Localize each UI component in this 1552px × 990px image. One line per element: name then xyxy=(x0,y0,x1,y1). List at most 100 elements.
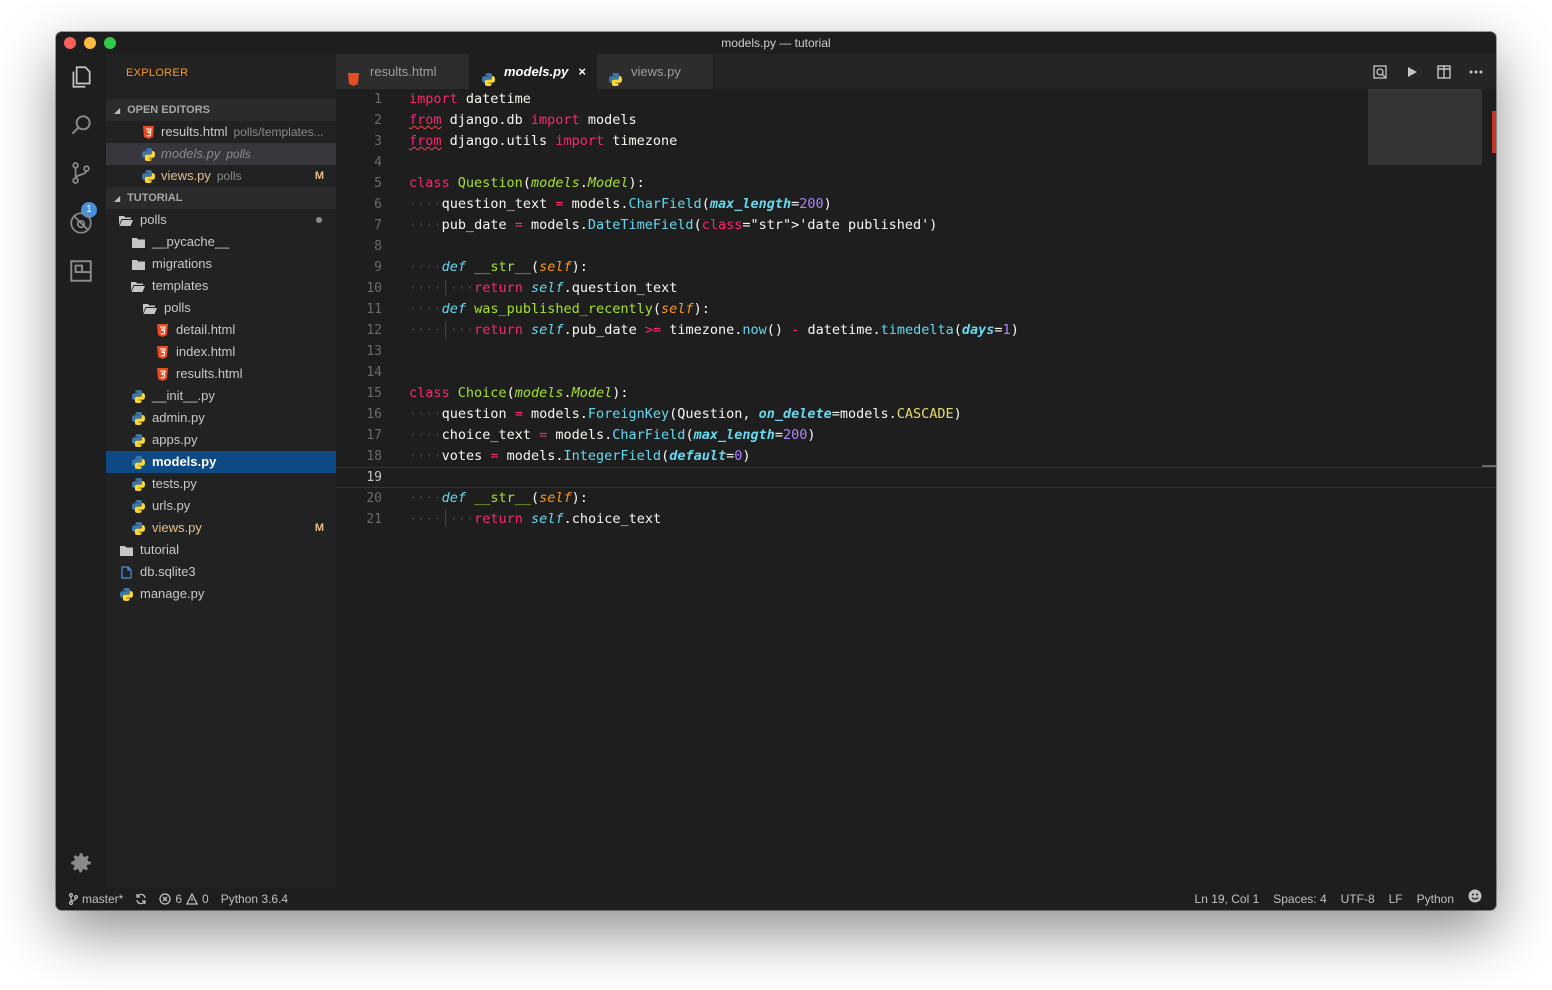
source-control-icon[interactable] xyxy=(66,158,96,188)
code-line[interactable]: ····│···return self.question_text xyxy=(409,278,677,299)
tree-item-detail-html[interactable]: detail.html xyxy=(106,319,336,341)
code-line[interactable]: from django.utils import timezone xyxy=(409,131,677,152)
tree-item-models-py[interactable]: models.py xyxy=(106,451,336,473)
folder-modified-dot xyxy=(316,217,322,223)
tab-results-html[interactable]: results.html xyxy=(336,54,470,89)
tree-item-label: urls.py xyxy=(152,498,191,513)
tree-item-index-html[interactable]: index.html xyxy=(106,341,336,363)
tree-item-polls[interactable]: polls xyxy=(106,209,336,231)
code-line[interactable]: ····│···return self.choice_text xyxy=(409,509,661,530)
line-number: 13 xyxy=(366,344,382,359)
tutorial-header[interactable]: ◢ TUTORIAL xyxy=(106,187,336,209)
tree-item-label: polls xyxy=(164,300,191,315)
code-line[interactable]: ····choice_text = models.CharField(max_l… xyxy=(409,425,816,446)
python-icon xyxy=(140,143,156,165)
indentation[interactable]: Spaces: 4 xyxy=(1273,888,1326,910)
open-editor-item-models[interactable]: models.py polls xyxy=(106,143,336,165)
feedback-smiley-icon[interactable] xyxy=(1468,888,1482,910)
encoding[interactable]: UTF-8 xyxy=(1341,888,1375,910)
open-preview-icon[interactable] xyxy=(1370,62,1390,82)
python-icon xyxy=(609,64,625,86)
tree-item-urls-py[interactable]: urls.py xyxy=(106,495,336,517)
code-line[interactable]: ····│···return self.pub_date >= timezone… xyxy=(409,320,1019,341)
more-actions-icon[interactable] xyxy=(1466,62,1486,82)
code-line[interactable]: from django.db import models xyxy=(409,110,637,131)
open-editor-item-results[interactable]: results.html polls/templates... xyxy=(106,121,336,143)
code-editor[interactable]: 1 2 3 4 5 6 7 8 9 10 11 12 13 14 15 16 17 18 19 20 21 import… xyxy=(336,89,1496,888)
tree-item-label: migrations xyxy=(152,256,212,271)
scrollbar-cursor-marker xyxy=(1482,465,1496,467)
python-icon xyxy=(130,407,146,429)
line-number: 4 xyxy=(374,155,382,170)
language-mode[interactable]: Python xyxy=(1417,888,1454,910)
collapse-triangle-icon: ◢ xyxy=(114,106,121,115)
tree-item-manage-py[interactable]: manage.py xyxy=(106,583,336,605)
tree-item-polls[interactable]: polls xyxy=(106,297,336,319)
tree-item-label: templates xyxy=(152,278,209,293)
line-ending[interactable]: LF xyxy=(1389,888,1403,910)
code-line[interactable]: ····votes = models.IntegerField(default=… xyxy=(409,446,751,467)
tree-item-admin-py[interactable]: admin.py xyxy=(106,407,336,429)
split-editor-icon[interactable] xyxy=(1434,62,1454,82)
code-line[interactable]: ····def __str__(self): xyxy=(409,257,588,278)
line-number: 2 xyxy=(374,113,382,128)
html5-icon xyxy=(154,319,170,341)
sync-icon[interactable] xyxy=(135,888,147,910)
tab-views-py[interactable]: views.py xyxy=(597,54,714,89)
tree-item-templates[interactable]: templates xyxy=(106,275,336,297)
tree-item-pycache[interactable]: __pycache__ xyxy=(106,231,336,253)
tree-item-tutorial[interactable]: tutorial xyxy=(106,539,336,561)
tree-item-label: models.py xyxy=(152,454,217,469)
python-icon xyxy=(140,165,156,187)
minimap-error-marker xyxy=(1492,111,1496,153)
extensions-icon[interactable] xyxy=(66,256,96,286)
open-editor-item-views[interactable]: views.py polls M xyxy=(106,165,336,187)
tree-item-label: __pycache__ xyxy=(152,234,230,249)
tree-item-apps-py[interactable]: apps.py xyxy=(106,429,336,451)
line-number: 18 xyxy=(366,449,382,464)
tree-item-migrations[interactable]: migrations xyxy=(106,253,336,275)
python-interpreter[interactable]: Python 3.6.4 xyxy=(221,888,288,910)
close-tab-icon[interactable]: × xyxy=(578,54,586,89)
tree-item-label: views.py xyxy=(152,520,202,535)
cursor-position[interactable]: Ln 19, Col 1 xyxy=(1195,888,1260,910)
line-number: 19 xyxy=(366,470,382,485)
minimap[interactable] xyxy=(1368,89,1482,165)
code-line[interactable]: ····def __str__(self): xyxy=(409,488,588,509)
status-bar: master* 6 0 Python 3.6.4 Ln 19, Col 1 Sp… xyxy=(56,888,1496,910)
code-line[interactable]: import datetime xyxy=(409,89,531,110)
tree-item-init-py[interactable]: __init__.py xyxy=(106,385,336,407)
search-icon[interactable] xyxy=(66,110,96,140)
open-editors-header[interactable]: ◢ OPEN EDITORS xyxy=(106,99,336,121)
tree-item-label: db.sqlite3 xyxy=(140,564,196,579)
code-line[interactable]: ····def was_published_recently(self): xyxy=(409,299,710,320)
branch-indicator[interactable]: master* xyxy=(68,888,123,910)
tree-item-results-html[interactable]: results.html xyxy=(106,363,336,385)
modified-marker: M xyxy=(314,522,324,534)
tree-item-views-py[interactable]: views.py M xyxy=(106,517,336,539)
line-number: 7 xyxy=(374,218,382,233)
tree-item-db-sqlite3[interactable]: db.sqlite3 xyxy=(106,561,336,583)
code-line[interactable]: ····pub_date = models.DateTimeField(clas… xyxy=(409,215,937,236)
explorer-sidebar: EXPLORER ◢ OPEN EDITORS results.html poll… xyxy=(106,54,336,888)
tree-item-label: tests.py xyxy=(152,476,197,491)
code-line[interactable]: class Choice(models.Model): xyxy=(409,383,629,404)
code-line[interactable]: class Question(models.Model): xyxy=(409,173,645,194)
line-number: 14 xyxy=(366,365,382,380)
tree-item-label: detail.html xyxy=(176,322,236,337)
tab-models-py[interactable]: models.py × xyxy=(470,54,597,89)
tree-item-tests-py[interactable]: tests.py xyxy=(106,473,336,495)
settings-gear-icon[interactable] xyxy=(66,848,96,878)
problems-indicator[interactable]: 6 0 xyxy=(159,888,209,910)
run-icon[interactable] xyxy=(1402,62,1422,82)
activity-bar: 1 xyxy=(56,54,106,888)
code-line[interactable]: ····question = models.ForeignKey(Questio… xyxy=(409,404,962,425)
explorer-icon[interactable] xyxy=(66,62,96,92)
line-number: 9 xyxy=(374,260,382,275)
code-line[interactable]: ····question_text = models.CharField(max… xyxy=(409,194,832,215)
tree-item-label: admin.py xyxy=(152,410,205,425)
html5-icon xyxy=(348,64,364,86)
tree-item-label: results.html xyxy=(176,366,243,381)
line-number: 6 xyxy=(374,197,382,212)
debug-icon[interactable] xyxy=(66,208,96,238)
